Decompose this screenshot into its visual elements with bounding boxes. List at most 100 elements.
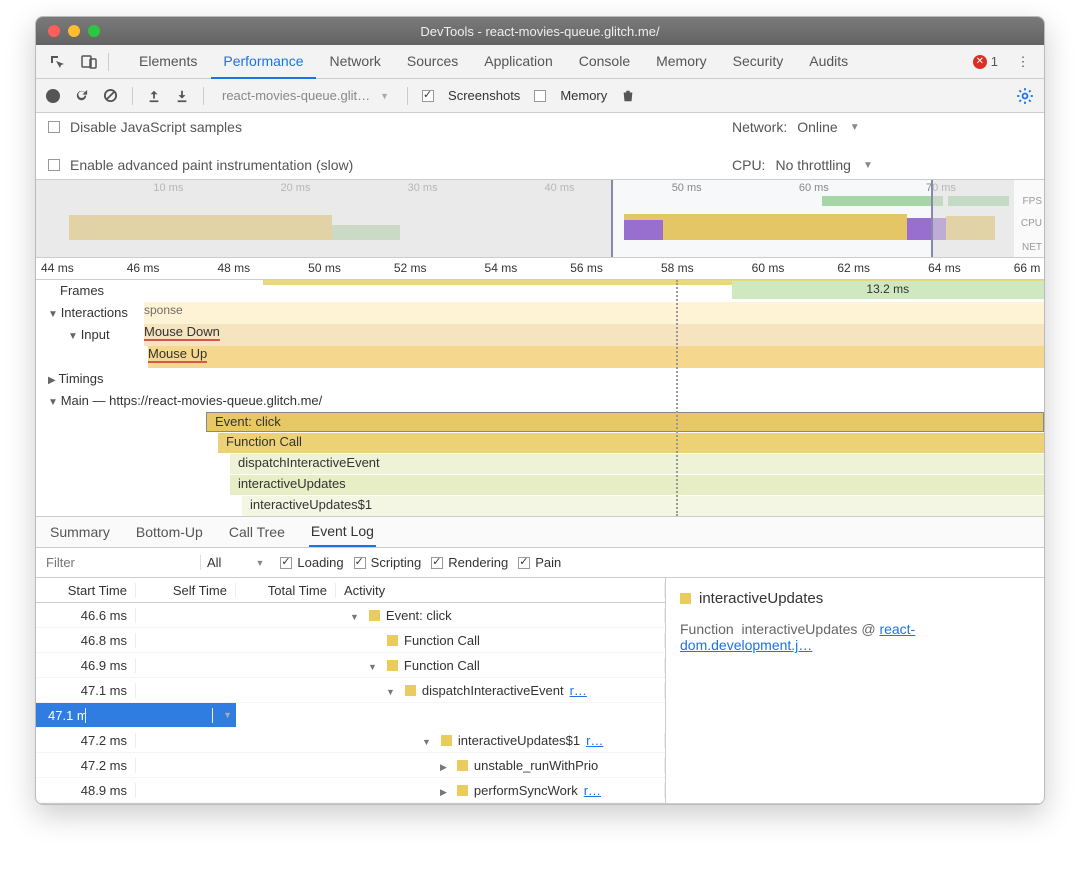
grid-header: Start Time Self Time Total Time Activity	[36, 578, 665, 603]
titlebar: DevTools - react-movies-queue.glitch.me/	[36, 17, 1044, 45]
download-icon[interactable]	[175, 89, 189, 103]
tab-audits[interactable]: Audits	[797, 45, 860, 79]
table-row[interactable]: 48.9 ms0 ms17.2 msperformSyncWork r…	[36, 778, 665, 803]
table-row[interactable]: 47.1 ms0 ms19.0 msdispatchInteractiveEve…	[36, 678, 665, 703]
disclosure-icon[interactable]	[422, 733, 435, 748]
inspect-icon[interactable]	[44, 49, 70, 75]
divider	[407, 87, 408, 105]
perf-toolbar: react-movies-queue.glit… Screenshots Mem…	[36, 79, 1044, 113]
col-start[interactable]: Start Time	[36, 583, 136, 598]
timings-lane[interactable]	[176, 368, 1044, 390]
table-row[interactable]: 46.6 ms0.3 ms19.6 msEvent: click	[36, 603, 665, 628]
main-track-label[interactable]: Main — https://react-movies-queue.glitch…	[36, 390, 326, 411]
tab-sources[interactable]: Sources	[395, 45, 470, 79]
tab-elements[interactable]: Elements	[127, 45, 209, 79]
memory-checkbox[interactable]	[534, 90, 546, 102]
mouse-down-lane[interactable]: Mouse Down	[144, 324, 1044, 346]
filter-scope[interactable]: All	[200, 555, 270, 570]
trash-icon[interactable]	[621, 89, 635, 103]
cell-activity: Function Call	[336, 658, 665, 673]
activity-source-link[interactable]: r…	[570, 683, 587, 698]
scripting-checkbox[interactable]	[354, 557, 366, 569]
event-log-grid: Start Time Self Time Total Time Activity…	[36, 578, 1044, 804]
screenshots-checkbox[interactable]	[422, 90, 434, 102]
record-icon[interactable]	[46, 89, 60, 103]
details-tabs: Summary Bottom-Up Call Tree Event Log	[36, 516, 1044, 548]
main-flame[interactable]: Event: click Function Call dispatchInter…	[206, 412, 1044, 512]
recording-select[interactable]: react-movies-queue.glit…	[218, 86, 393, 105]
flame-iu[interactable]: interactiveUpdates	[230, 475, 1044, 495]
fn-label: Function	[680, 621, 734, 637]
frame-duration: 13.2 ms	[732, 281, 1044, 299]
activity-swatch-icon	[387, 660, 398, 671]
painting-checkbox[interactable]	[518, 557, 530, 569]
grid-body: 46.6 ms0.3 ms19.6 msEvent: click46.8 ms0…	[36, 603, 665, 803]
flame-event[interactable]: Event: click	[206, 412, 1044, 432]
frames-track-label[interactable]: Frames	[36, 280, 176, 301]
table-row[interactable]: 47.1 ms0.1 ms19.0 msinteractiveUpdates r…	[36, 703, 236, 728]
more-icon[interactable]: ⋮	[1010, 49, 1036, 75]
activity-source-link[interactable]: r…	[586, 733, 603, 748]
time-ruler[interactable]: 44 ms 46 ms 48 ms 50 ms 52 ms 54 ms 56 m…	[36, 258, 1044, 280]
cpu-label-ov: CPU	[1021, 218, 1042, 229]
device-toggle-icon[interactable]	[76, 49, 102, 75]
tab-security[interactable]: Security	[721, 45, 796, 79]
cpu-select[interactable]: No throttling	[775, 157, 872, 173]
flame-dispatch[interactable]: dispatchInteractiveEvent	[230, 454, 1044, 474]
net-label: NET	[1022, 242, 1042, 253]
frames-lane[interactable]: 13.2 ms	[176, 280, 1044, 302]
enable-paint-checkbox[interactable]	[48, 159, 60, 171]
table-row[interactable]: 46.8 ms0.1 ms0.1 msFunction Call	[36, 628, 665, 653]
interactions-lane[interactable]: sponse	[144, 302, 1044, 324]
col-total[interactable]: Total Time	[236, 583, 336, 598]
settings-icon[interactable]	[1016, 87, 1034, 105]
disclosure-icon[interactable]	[440, 758, 451, 773]
disclosure-icon[interactable]	[350, 608, 363, 623]
cell-start: 46.6 ms	[36, 608, 136, 623]
screenshots-label: Screenshots	[448, 88, 520, 103]
tab-summary[interactable]: Summary	[48, 518, 112, 546]
cell-start: 46.9 ms	[36, 658, 136, 673]
loading-checkbox[interactable]	[280, 557, 292, 569]
disclosure-icon[interactable]	[368, 658, 381, 673]
network-select[interactable]: Online	[797, 119, 859, 135]
filter-input[interactable]	[40, 551, 190, 574]
cell-activity: Function Call	[336, 633, 665, 648]
panel-tabs: Elements Performance Network Sources App…	[127, 45, 967, 79]
overview-selection[interactable]	[611, 180, 934, 257]
activity-name: interactiveUpdates$1	[458, 733, 580, 748]
overview-timeline[interactable]: 10 ms 20 ms 30 ms 40 ms 50 ms 60 ms 70 m…	[36, 180, 1044, 258]
tab-bottom-up[interactable]: Bottom-Up	[134, 518, 205, 546]
cell-activity: unstable_runWithPrio	[336, 758, 665, 773]
disclosure-icon[interactable]	[440, 783, 451, 798]
tab-call-tree[interactable]: Call Tree	[227, 518, 287, 546]
tab-application[interactable]: Application	[472, 45, 565, 79]
error-count: 1	[991, 54, 998, 69]
table-row[interactable]: 46.9 ms0.2 ms19.2 msFunction Call	[36, 653, 665, 678]
activity-source-link[interactable]: r…	[584, 783, 601, 798]
disable-js-checkbox[interactable]	[48, 121, 60, 133]
tab-console[interactable]: Console	[567, 45, 642, 79]
cell-start: 46.8 ms	[36, 633, 136, 648]
tab-network[interactable]: Network	[318, 45, 393, 79]
table-row[interactable]: 47.2 ms0 ms1.7 msunstable_runWithPrio	[36, 753, 665, 778]
tracks: Frames 13.2 ms Interactions sponse Input…	[36, 280, 1044, 516]
tab-performance[interactable]: Performance	[211, 45, 315, 79]
col-activity[interactable]: Activity	[336, 583, 665, 598]
mouse-up-lane[interactable]: Mouse Up	[148, 346, 1044, 368]
cell-start: 47.2 ms	[36, 733, 136, 748]
error-counter[interactable]: ✕ 1	[973, 54, 998, 69]
rendering-checkbox[interactable]	[431, 557, 443, 569]
reload-icon[interactable]	[74, 88, 89, 103]
tab-event-log[interactable]: Event Log	[309, 517, 376, 547]
col-self[interactable]: Self Time	[136, 583, 236, 598]
disclosure-icon[interactable]	[210, 708, 213, 723]
clear-icon[interactable]	[103, 88, 118, 103]
disclosure-icon[interactable]	[386, 683, 399, 698]
flame-iu1[interactable]: interactiveUpdates$1	[242, 496, 1044, 516]
timings-track-label[interactable]: Timings	[36, 368, 176, 389]
tab-memory[interactable]: Memory	[644, 45, 719, 79]
table-row[interactable]: 47.2 ms0 ms18.9 msinteractiveUpdates$1 r…	[36, 728, 665, 753]
upload-icon[interactable]	[147, 89, 161, 103]
flame-fn[interactable]: Function Call	[218, 433, 1044, 453]
